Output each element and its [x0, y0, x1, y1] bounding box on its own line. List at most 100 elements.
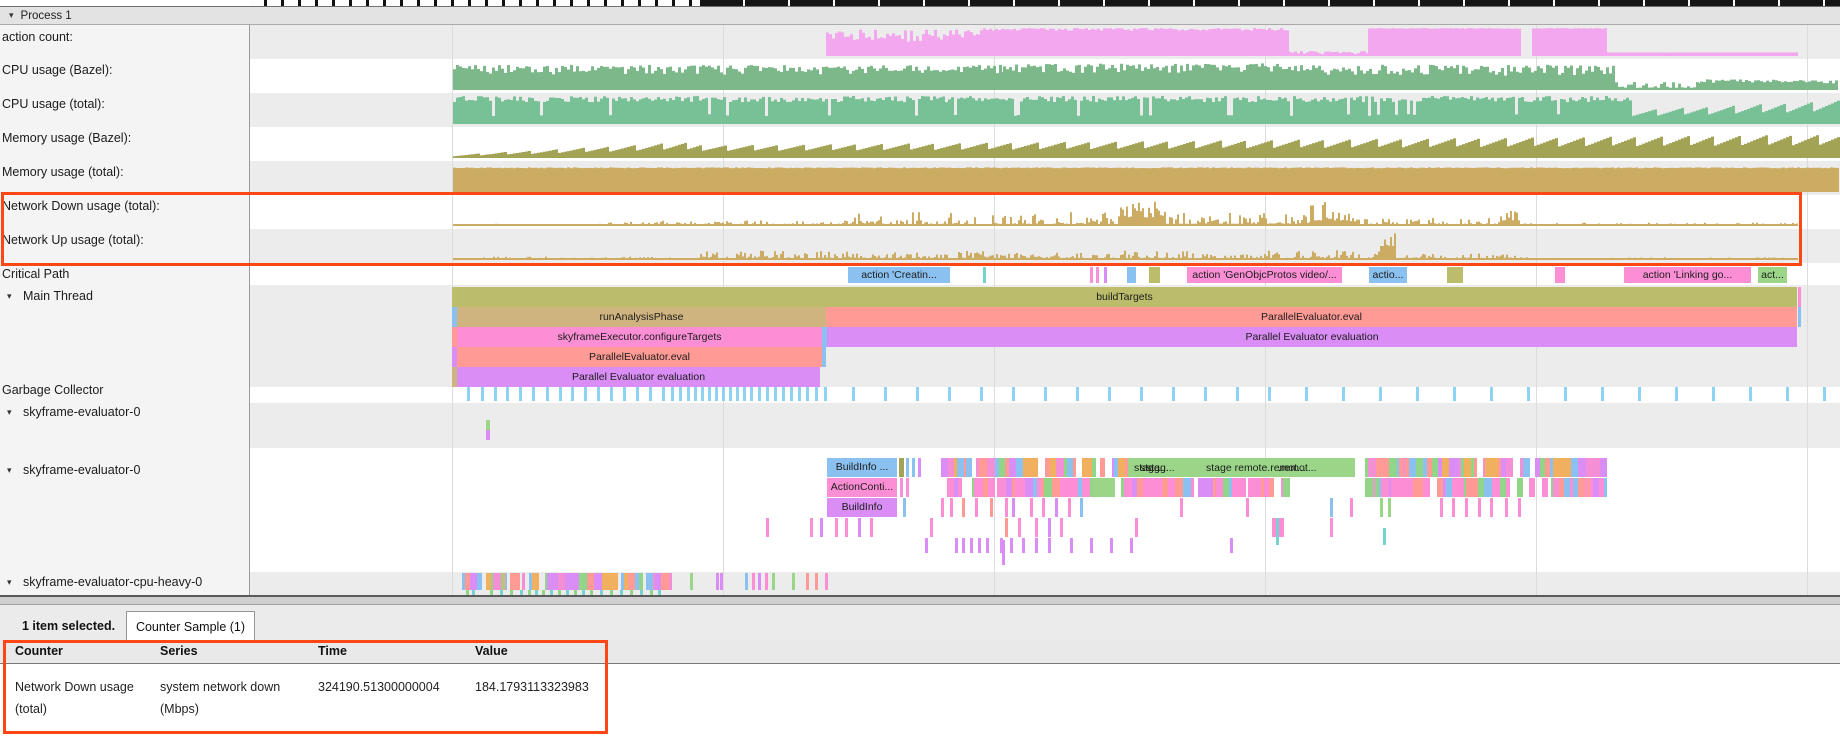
evaluator-slice[interactable] — [906, 458, 909, 477]
table-cell[interactable]: system network down (Mbps) — [160, 676, 305, 720]
dense-slice[interactable] — [1175, 478, 1183, 497]
critical-path-slice[interactable] — [1090, 267, 1093, 283]
dense-slice[interactable] — [565, 573, 573, 590]
dense-slice[interactable] — [1506, 458, 1513, 477]
critical-path-slice[interactable] — [1096, 267, 1099, 283]
dense-slice[interactable] — [1044, 478, 1052, 497]
dense-slice[interactable] — [1016, 458, 1023, 477]
thin-slice-tick[interactable] — [716, 573, 719, 590]
dense-slice[interactable] — [1070, 478, 1078, 497]
thin-slice-tick[interactable] — [835, 518, 838, 537]
dense-slice[interactable] — [1533, 478, 1535, 497]
thin-slice-tick[interactable] — [745, 573, 748, 590]
sidebar-item-memory-usage-total-[interactable]: Memory usage (total): — [0, 161, 249, 183]
thin-slice-tick[interactable] — [806, 573, 809, 590]
critical-path-slice[interactable] — [1149, 267, 1160, 283]
dense-slice[interactable] — [532, 573, 539, 590]
thin-slice-tick[interactable] — [1505, 498, 1508, 517]
thin-slice-tick[interactable] — [1070, 538, 1073, 553]
dense-slice[interactable] — [1168, 478, 1175, 497]
evaluator-slice[interactable] — [899, 458, 904, 477]
main-thread-slice-buildtargets[interactable]: buildTargets — [452, 287, 1797, 307]
critical-path-slice-act-[interactable]: act... — [1758, 267, 1787, 283]
sidebar-item-cpu-usage-total-[interactable]: CPU usage (total): — [0, 93, 249, 115]
thin-slice-tick[interactable] — [1005, 518, 1008, 537]
evaluator-slice[interactable] — [912, 458, 915, 477]
dense-slice[interactable] — [941, 458, 948, 477]
critical-path-slice-actio-[interactable]: actio... — [1369, 267, 1407, 283]
dense-slice[interactable] — [1027, 458, 1034, 477]
thin-slice-tick[interactable] — [1048, 538, 1051, 553]
main-thread-slice-parallel-evaluator-evaluation[interactable]: Parallel Evaluator evaluation — [827, 327, 1797, 347]
dense-slice[interactable] — [1052, 478, 1060, 497]
thin-slice-tick[interactable] — [955, 538, 958, 553]
main-thread-slice-parallelevaluator-eval[interactable]: ParallelEvaluator.eval — [826, 307, 1797, 327]
thin-slice-tick[interactable] — [1012, 498, 1015, 517]
dense-slice[interactable] — [587, 573, 594, 590]
dense-slice[interactable] — [1241, 478, 1246, 497]
dense-slice[interactable] — [979, 458, 987, 477]
evaluator-slice[interactable] — [486, 420, 490, 430]
critical-path-slice[interactable] — [1555, 267, 1565, 283]
counter-track-network-up-usage-total-[interactable] — [250, 229, 1840, 263]
sidebar-item-network-down-usage-total-[interactable]: Network Down usage (total): — [0, 195, 249, 217]
thin-slice-tick[interactable] — [1068, 498, 1071, 517]
critical-path-slice[interactable] — [1127, 267, 1136, 283]
dense-slice[interactable] — [1125, 458, 1128, 477]
thin-slice-tick[interactable] — [1350, 498, 1353, 517]
thin-slice-tick[interactable] — [903, 498, 906, 517]
dense-slice[interactable] — [1423, 478, 1430, 497]
chevron-down-icon[interactable]: ▾ — [7, 291, 23, 302]
dense-slice[interactable] — [470, 573, 477, 590]
dense-slice[interactable] — [1564, 458, 1571, 477]
thin-slice-tick[interactable] — [1022, 538, 1025, 553]
dense-slice[interactable] — [1056, 458, 1064, 477]
chevron-down-icon[interactable]: ▾ — [7, 577, 23, 588]
thin-slice-tick[interactable] — [941, 498, 944, 517]
counter-track-action-count-[interactable] — [250, 25, 1840, 59]
table-column-header-time[interactable]: Time — [318, 644, 347, 658]
thin-slice-tick[interactable] — [1005, 498, 1008, 517]
thin-slice-tick[interactable] — [925, 538, 928, 553]
sidebar-item-cpu-usage-bazel-[interactable]: CPU usage (Bazel): — [0, 59, 249, 81]
thin-slice-tick[interactable] — [1330, 518, 1333, 537]
evaluator-slice[interactable] — [906, 478, 909, 497]
thin-slice-tick[interactable] — [978, 538, 981, 553]
table-column-header-value[interactable]: Value — [475, 644, 508, 658]
thin-slice-tick[interactable] — [1388, 498, 1391, 517]
dense-slice[interactable] — [1452, 478, 1459, 497]
evaluator-slice-staging[interactable]: stag...stag...stag...stage remote.remot.… — [1128, 458, 1355, 477]
thin-slice-tick[interactable] — [1030, 498, 1033, 517]
thin-slice-tick[interactable] — [815, 573, 818, 590]
thin-slice-tick[interactable] — [1042, 498, 1045, 517]
sidebar-item-skyframe-evaluator-0[interactable]: ▾skyframe-evaluator-0 — [0, 459, 249, 481]
chevron-down-icon[interactable]: ▾ — [7, 407, 23, 418]
dense-slice[interactable] — [1416, 458, 1423, 477]
main-thread-slice-runanalysisphase[interactable]: runAnalysisPhase — [457, 307, 826, 327]
thin-slice-tick[interactable] — [1090, 538, 1093, 553]
critical-path-slice[interactable] — [983, 267, 986, 283]
sidebar-item-skyframe-evaluator-0[interactable]: ▾skyframe-evaluator-0 — [0, 401, 249, 423]
dense-slice[interactable] — [1205, 478, 1213, 497]
dense-slice[interactable] — [1542, 478, 1548, 497]
thin-slice-tick[interactable] — [1035, 518, 1038, 537]
thin-slice-tick[interactable] — [758, 573, 761, 590]
dense-slice[interactable] — [1269, 478, 1274, 497]
sidebar-item-garbage-collector[interactable]: Garbage Collector — [0, 379, 249, 401]
dense-slice[interactable] — [1376, 458, 1383, 477]
main-thread-slice[interactable] — [1798, 287, 1801, 307]
dense-slice[interactable] — [1409, 458, 1416, 477]
critical-path-slice-action-linking-go-[interactable]: action 'Linking go... — [1624, 267, 1751, 283]
thin-slice-tick[interactable] — [1440, 498, 1443, 517]
dense-slice[interactable] — [1586, 458, 1593, 477]
thin-slice-tick[interactable] — [1055, 498, 1058, 517]
dense-slice[interactable] — [1183, 478, 1191, 497]
table-cell[interactable]: 184.1793113323983 — [475, 676, 605, 698]
dense-slice[interactable] — [1474, 458, 1477, 477]
dense-slice[interactable] — [1191, 478, 1194, 497]
counter-track-cpu-usage-bazel-[interactable] — [250, 59, 1840, 93]
dense-slice[interactable] — [579, 573, 587, 590]
dense-slice[interactable] — [661, 573, 669, 590]
dense-slice[interactable] — [602, 573, 610, 590]
thin-slice-tick[interactable] — [1010, 538, 1013, 553]
